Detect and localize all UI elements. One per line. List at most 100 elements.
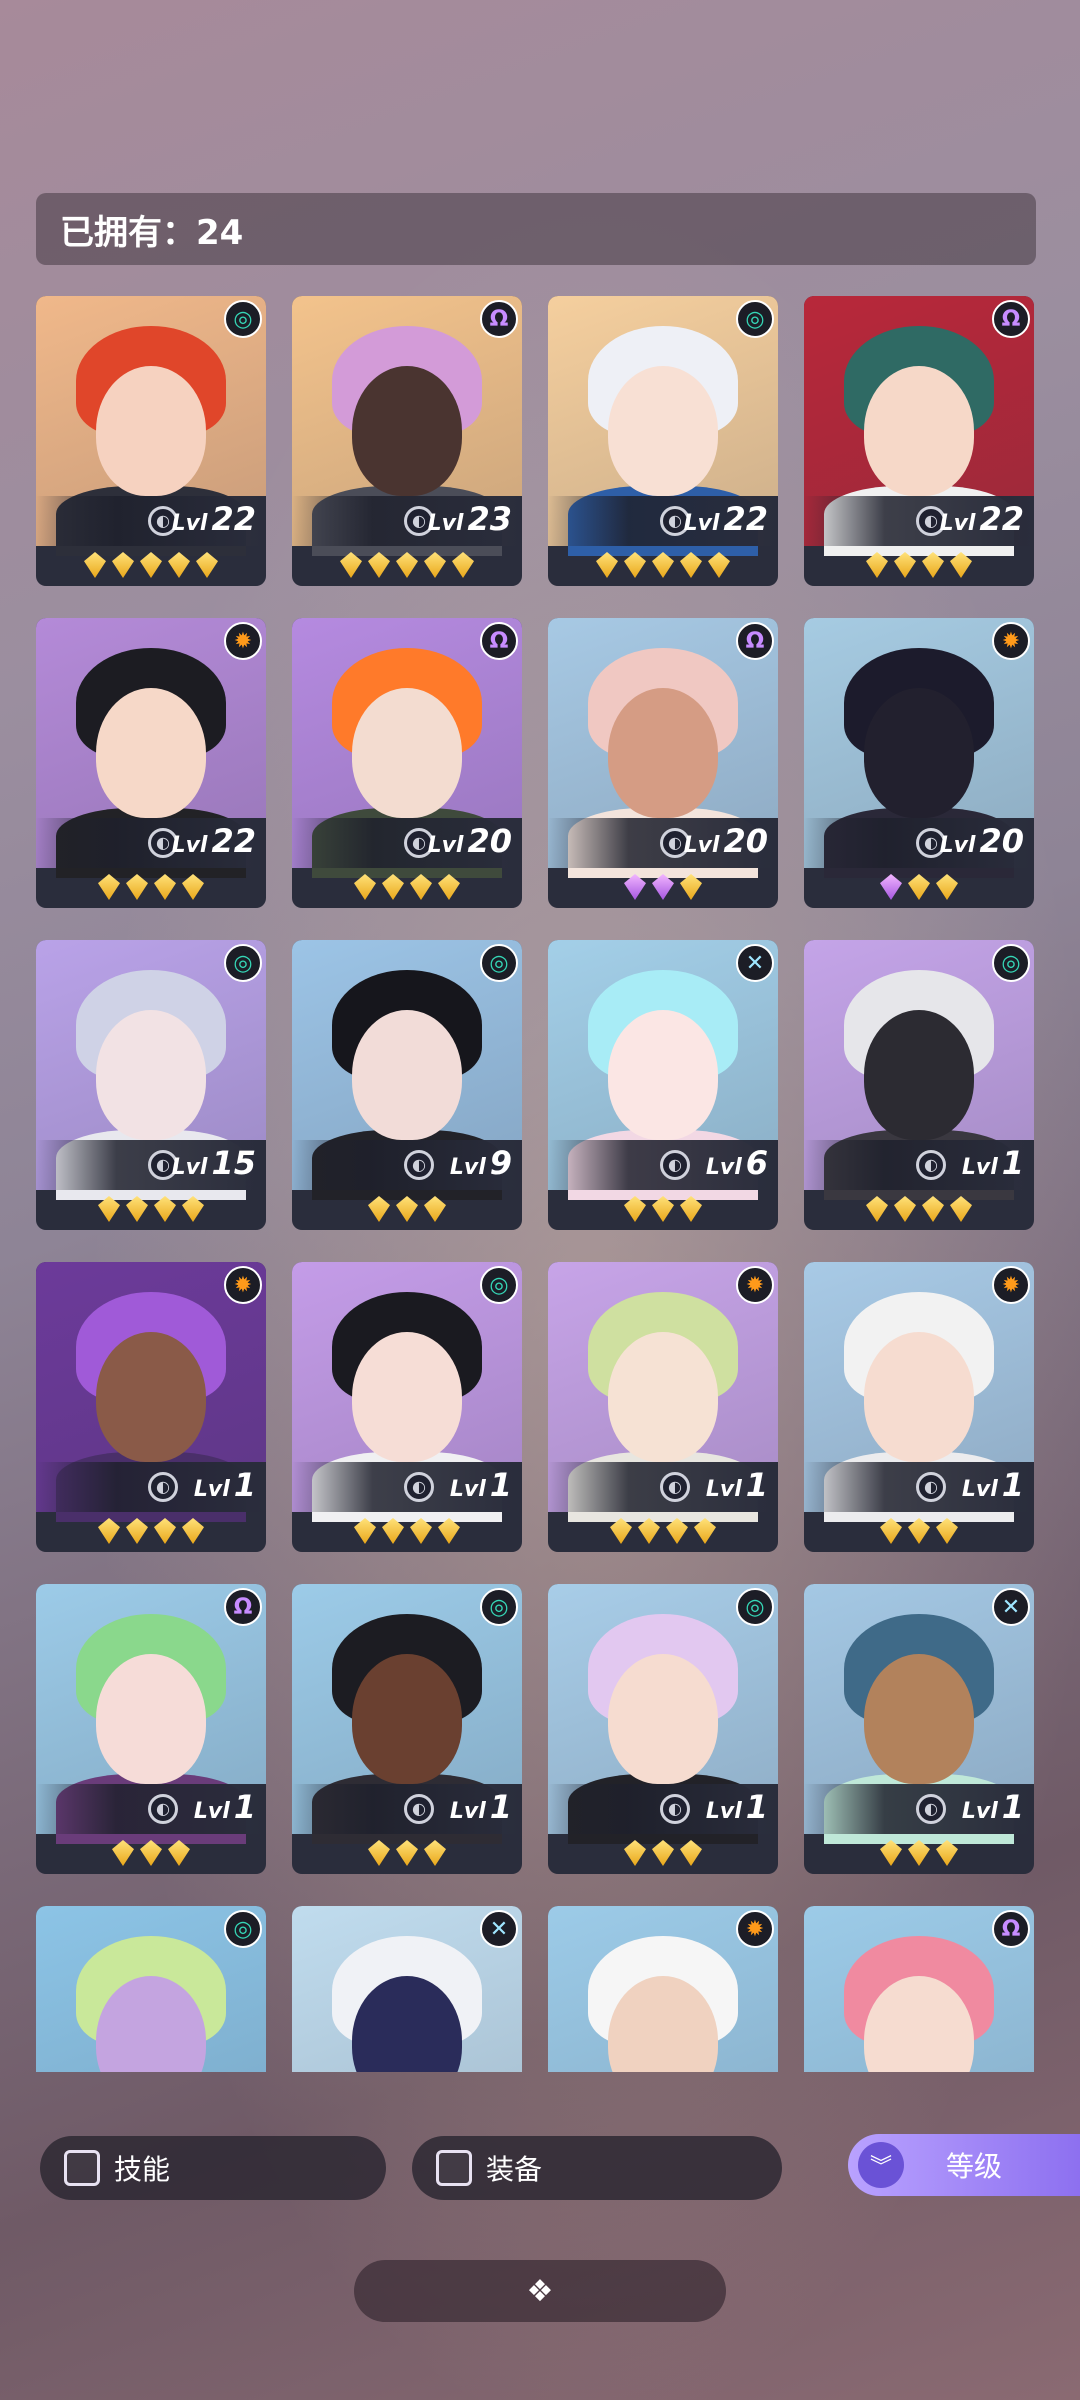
character-face [96, 1332, 206, 1462]
dark-element-icon: Ω [992, 300, 1030, 338]
gear-slot-icon: ◐ [404, 1472, 434, 1502]
level-label: Lvl [171, 1155, 208, 1180]
gold-gem-icon [126, 874, 148, 900]
level-value: 1 [489, 1788, 512, 1826]
character-card[interactable]: Ω ◐ Lvl 23 [292, 296, 522, 586]
chevron-double-down-icon: ︾ [858, 2142, 904, 2188]
character-grid[interactable]: ◎ ◐ Lvl 22 Ω ◐ Lvl 23 ◎ ◐ Lvl 22 Ω ◐ Lvl 22 ✹ ◐ Lvl 22 Ω ◐ Lvl… [36, 296, 1036, 2072]
gear-slot-icon: ◐ [916, 1150, 946, 1180]
gold-gem-icon [680, 1196, 702, 1222]
level-label: Lvl [171, 511, 208, 536]
level-label: Lvl [171, 833, 208, 858]
level-indicator: Lvl 1 [194, 1466, 256, 1504]
character-face [608, 1654, 718, 1784]
gold-gem-icon [182, 874, 204, 900]
level-value: 1 [1001, 1144, 1024, 1182]
skills-filter-toggle[interactable]: 技能 [40, 2136, 386, 2200]
gold-gem-icon [936, 1840, 958, 1866]
level-indicator: Lvl 22 [940, 500, 1024, 538]
level-value: 1 [233, 1788, 256, 1826]
fire-element-icon: ✹ [736, 1910, 774, 1948]
owned-count-bar: 已拥有：24 [36, 193, 1036, 265]
gold-gem-icon [666, 1518, 688, 1544]
character-card[interactable]: ✹ ◐ Lvl 1 [36, 1262, 266, 1552]
character-face [608, 688, 718, 818]
gold-gem-icon [182, 1196, 204, 1222]
character-card[interactable]: ✕ [292, 1906, 522, 2072]
character-card[interactable]: ◎ ◐ Lvl 15 [36, 940, 266, 1230]
level-indicator: Lvl 1 [194, 1788, 256, 1826]
character-card[interactable]: Ω [804, 1906, 1034, 2072]
character-card[interactable]: ◎ ◐ Lvl 1 [804, 940, 1034, 1230]
wind-element-icon: ◎ [736, 1588, 774, 1626]
level-value: 1 [745, 1788, 768, 1826]
character-card[interactable]: ✹ ◐ Lvl 1 [804, 1262, 1034, 1552]
gold-gem-icon [354, 874, 376, 900]
gold-gem-icon [112, 552, 134, 578]
level-value: 23 [467, 500, 512, 538]
character-card[interactable]: ◎ ◐ Lvl 9 [292, 940, 522, 1230]
star-rating [292, 870, 522, 904]
gold-gem-icon [652, 1840, 674, 1866]
level-label: Lvl [427, 511, 464, 536]
character-card[interactable]: ✹ [548, 1906, 778, 2072]
character-card[interactable]: ◎ [36, 1906, 266, 2072]
character-card[interactable]: ◎ ◐ Lvl 1 [548, 1584, 778, 1874]
gold-gem-icon [638, 1518, 660, 1544]
gold-gem-icon [866, 1196, 888, 1222]
level-indicator: Lvl 1 [962, 1144, 1024, 1182]
wind-element-icon: ◎ [480, 944, 518, 982]
gold-gem-icon [410, 1518, 432, 1544]
gold-gem-icon [680, 1840, 702, 1866]
ice-element-icon: ✕ [480, 1910, 518, 1948]
gold-gem-icon [424, 1196, 446, 1222]
character-card[interactable]: ✹ ◐ Lvl 22 [36, 618, 266, 908]
gold-gem-icon [624, 1840, 646, 1866]
character-face [608, 1010, 718, 1140]
character-card[interactable]: Ω ◐ Lvl 1 [36, 1584, 266, 1874]
character-card[interactable]: ◎ ◐ Lvl 1 [292, 1262, 522, 1552]
gold-gem-icon [126, 1518, 148, 1544]
equipment-checkbox[interactable] [436, 2150, 472, 2186]
gold-gem-icon [154, 1196, 176, 1222]
character-card[interactable]: ✹ ◐ Lvl 1 [548, 1262, 778, 1552]
character-card[interactable]: ◎ ◐ Lvl 22 [548, 296, 778, 586]
character-face [352, 1010, 462, 1140]
level-indicator: Lvl 1 [962, 1788, 1024, 1826]
wind-element-icon: ◎ [480, 1266, 518, 1304]
gear-slot-icon: ◐ [916, 1472, 946, 1502]
gold-gem-icon [950, 1196, 972, 1222]
skills-checkbox[interactable] [64, 2150, 100, 2186]
bottom-menu-handle[interactable]: ❖ [354, 2260, 726, 2322]
dark-element-icon: Ω [736, 622, 774, 660]
character-card[interactable]: ✕ ◐ Lvl 6 [548, 940, 778, 1230]
sort-by-level-button[interactable]: ︾ 等级 [848, 2134, 1080, 2196]
level-value: 22 [211, 500, 256, 538]
gear-slot-icon: ◐ [660, 1150, 690, 1180]
gold-gem-icon [894, 1196, 916, 1222]
level-label: Lvl [683, 511, 720, 536]
level-label: Lvl [961, 1155, 998, 1180]
character-card[interactable]: Ω ◐ Lvl 22 [804, 296, 1034, 586]
character-card[interactable]: ✕ ◐ Lvl 1 [804, 1584, 1034, 1874]
character-card[interactable]: ✹ ◐ Lvl 20 [804, 618, 1034, 908]
gold-gem-icon [908, 874, 930, 900]
equipment-filter-toggle[interactable]: 装备 [412, 2136, 782, 2200]
character-card[interactable]: ◎ ◐ Lvl 22 [36, 296, 266, 586]
character-card[interactable]: Ω ◐ Lvl 20 [548, 618, 778, 908]
dark-element-icon: Ω [480, 300, 518, 338]
owned-count-label: 已拥有：24 [60, 212, 244, 253]
level-value: 22 [979, 500, 1024, 538]
level-indicator: Lvl 20 [428, 822, 512, 860]
level-indicator: Lvl 15 [172, 1144, 256, 1182]
gold-gem-icon [396, 552, 418, 578]
level-value: 6 [745, 1144, 768, 1182]
star-rating [292, 1836, 522, 1870]
gold-gem-icon [610, 1518, 632, 1544]
character-card[interactable]: Ω ◐ Lvl 20 [292, 618, 522, 908]
gold-gem-icon [140, 552, 162, 578]
character-card[interactable]: ◎ ◐ Lvl 1 [292, 1584, 522, 1874]
gold-gem-icon [438, 874, 460, 900]
gold-gem-icon [708, 552, 730, 578]
level-indicator: Lvl 9 [450, 1144, 512, 1182]
